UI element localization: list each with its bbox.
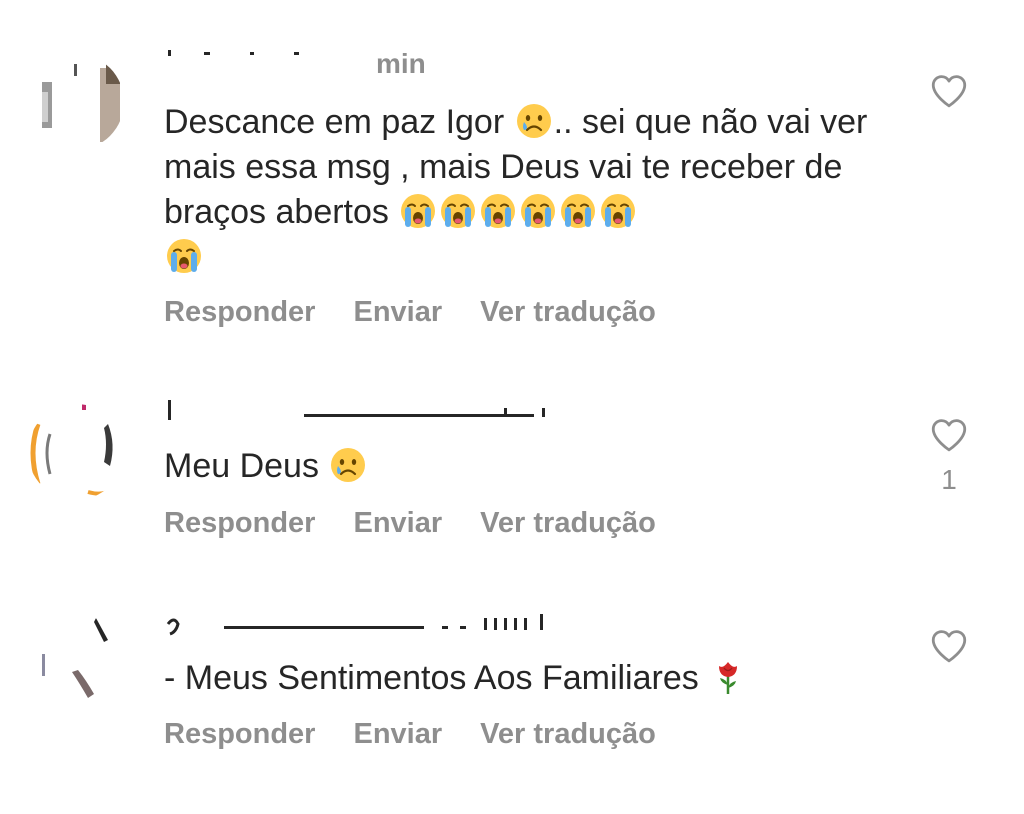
comment-header <box>164 392 564 426</box>
avatar-image <box>42 64 120 142</box>
translate-button[interactable]: Ver tradução <box>480 507 656 539</box>
comment-actions: Responder Enviar Ver tradução <box>164 718 694 751</box>
like-control <box>928 70 970 112</box>
crying-emoji <box>560 193 596 229</box>
send-button[interactable]: Enviar <box>353 296 442 328</box>
translate-button[interactable]: Ver tradução <box>480 718 656 750</box>
crying-emoji <box>166 238 202 274</box>
sad-tear-emoji <box>330 447 366 483</box>
username-fragment <box>166 614 543 636</box>
heart-icon[interactable] <box>928 70 970 112</box>
reply-button[interactable]: Responder <box>164 507 315 539</box>
comment-actions: Responder Enviar Ver tradução <box>164 296 694 329</box>
comment-text-part: Descance em paz Igor <box>164 103 505 141</box>
crying-emoji <box>400 193 436 229</box>
heart-icon[interactable] <box>928 414 970 456</box>
avatar[interactable] <box>28 54 124 150</box>
crying-emoji <box>600 193 636 229</box>
send-button[interactable]: Enviar <box>353 507 442 539</box>
username-redacted[interactable] <box>164 604 554 638</box>
reply-button[interactable]: Responder <box>164 718 315 750</box>
translate-button[interactable]: Ver tradução <box>480 296 656 328</box>
crying-emoji <box>480 193 516 229</box>
username-redacted[interactable] <box>164 392 564 426</box>
comment-text-part: - Meus Sentimentos Aos Familiares <box>164 659 699 697</box>
avatar-image <box>30 404 114 496</box>
send-button[interactable]: Enviar <box>353 718 442 750</box>
comment-actions: Responder Enviar Ver tradução <box>164 507 694 540</box>
username-fragment <box>168 50 299 56</box>
avatar[interactable] <box>28 614 124 710</box>
crying-emoji <box>440 193 476 229</box>
comment-text: Meu Deus <box>164 444 894 489</box>
comment-text: Descance em paz Igor .. sei que não vai … <box>164 100 894 280</box>
sad-tear-emoji <box>516 103 552 139</box>
comment-text-part: Meu Deus <box>164 447 319 485</box>
comment-time: min <box>376 48 426 79</box>
username-fragment <box>168 400 545 420</box>
comment-header: min <box>164 46 426 80</box>
like-control: 1 <box>928 414 970 496</box>
username-redacted[interactable] <box>164 46 364 80</box>
like-control <box>928 625 970 667</box>
rose-emoji <box>710 659 746 695</box>
comment-header <box>164 604 554 638</box>
reply-button[interactable]: Responder <box>164 296 315 328</box>
heart-icon[interactable] <box>928 625 970 667</box>
avatar[interactable] <box>28 404 124 500</box>
crying-emoji <box>520 193 556 229</box>
avatar-image <box>42 618 108 698</box>
comment-text: - Meus Sentimentos Aos Familiares <box>164 656 894 701</box>
like-count: 1 <box>941 464 957 495</box>
